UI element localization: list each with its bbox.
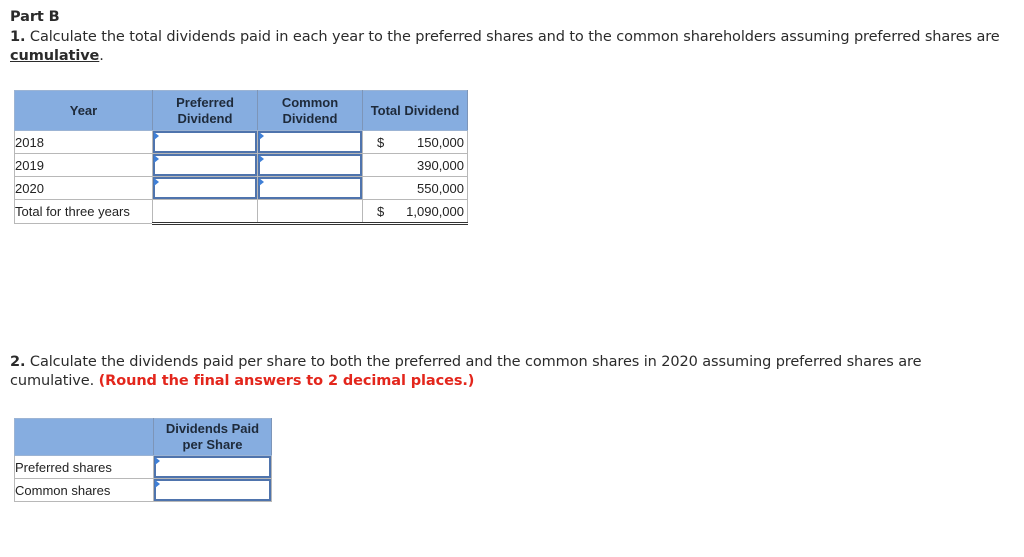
total-value: 150,000 (417, 135, 464, 150)
dividends-per-share-table: Dividends Paid per Share Preferred share… (14, 418, 272, 502)
currency-symbol: $ (377, 135, 385, 150)
header-common-dividend: Common Dividend (257, 90, 363, 131)
table-row: 2020 550,000 (14, 176, 468, 200)
header-preferred-dividend: Preferred Dividend (152, 90, 258, 131)
total-value: 550,000 (417, 181, 464, 196)
preferred-dividend-2020-input[interactable] (153, 177, 257, 199)
question-1-number: 1. (10, 29, 26, 45)
row-label: Common shares (14, 478, 154, 502)
total-row-label: Total for three years (14, 199, 153, 224)
part-title: Part B (10, 9, 60, 25)
preferred-per-share-input[interactable] (154, 456, 271, 478)
total-row: Total for three years $1,090,000 (14, 199, 468, 225)
total-value: 390,000 (417, 158, 464, 173)
common-dividend-2020-input[interactable] (258, 177, 362, 199)
header-blank (14, 418, 154, 456)
table-row: 2018 $150,000 (14, 130, 468, 154)
total-preferred-cell (152, 199, 258, 225)
table-row: Preferred shares (14, 455, 272, 479)
table-row: 2019 390,000 (14, 153, 468, 177)
total-value: 1,090,000 (406, 204, 464, 219)
total-common-cell (257, 199, 363, 225)
total-dividend-2018: $150,000 (362, 130, 468, 154)
header-total-dividend: Total Dividend (362, 90, 468, 131)
question-2-number: 2. (10, 354, 26, 370)
preferred-dividend-2019-input[interactable] (153, 154, 257, 176)
currency-symbol: $ (377, 204, 385, 219)
question-1-text: Calculate the total dividends paid in ea… (25, 29, 1000, 45)
row-label: 2019 (14, 153, 153, 177)
table-header-row: Dividends Paid per Share (14, 418, 272, 456)
common-dividend-2018-input[interactable] (258, 131, 362, 153)
row-label: Preferred shares (14, 455, 154, 479)
preferred-dividend-2018-input[interactable] (153, 131, 257, 153)
dividends-by-year-table: Year Preferred Dividend Common Dividend … (14, 90, 468, 225)
common-dividend-2019-input[interactable] (258, 154, 362, 176)
row-label: 2018 (14, 130, 153, 154)
common-per-share-input[interactable] (154, 479, 271, 501)
total-dividend-2019: 390,000 (362, 153, 468, 177)
question-1-period: . (99, 48, 104, 64)
header-year: Year (14, 90, 153, 131)
rounding-instruction: (Round the final answers to 2 decimal pl… (98, 373, 475, 389)
total-three-years: $1,090,000 (362, 199, 468, 225)
question-2: 2. Calculate the dividends paid per shar… (10, 353, 1010, 391)
table-row: Common shares (14, 478, 272, 502)
row-label: 2020 (14, 176, 153, 200)
table-header-row: Year Preferred Dividend Common Dividend … (14, 90, 468, 131)
header-dividends-per-share: Dividends Paid per Share (153, 418, 272, 456)
question-1-emphasis: cumulative (10, 48, 100, 64)
question-1: 1. Calculate the total dividends paid in… (10, 28, 1010, 66)
total-dividend-2020: 550,000 (362, 176, 468, 200)
